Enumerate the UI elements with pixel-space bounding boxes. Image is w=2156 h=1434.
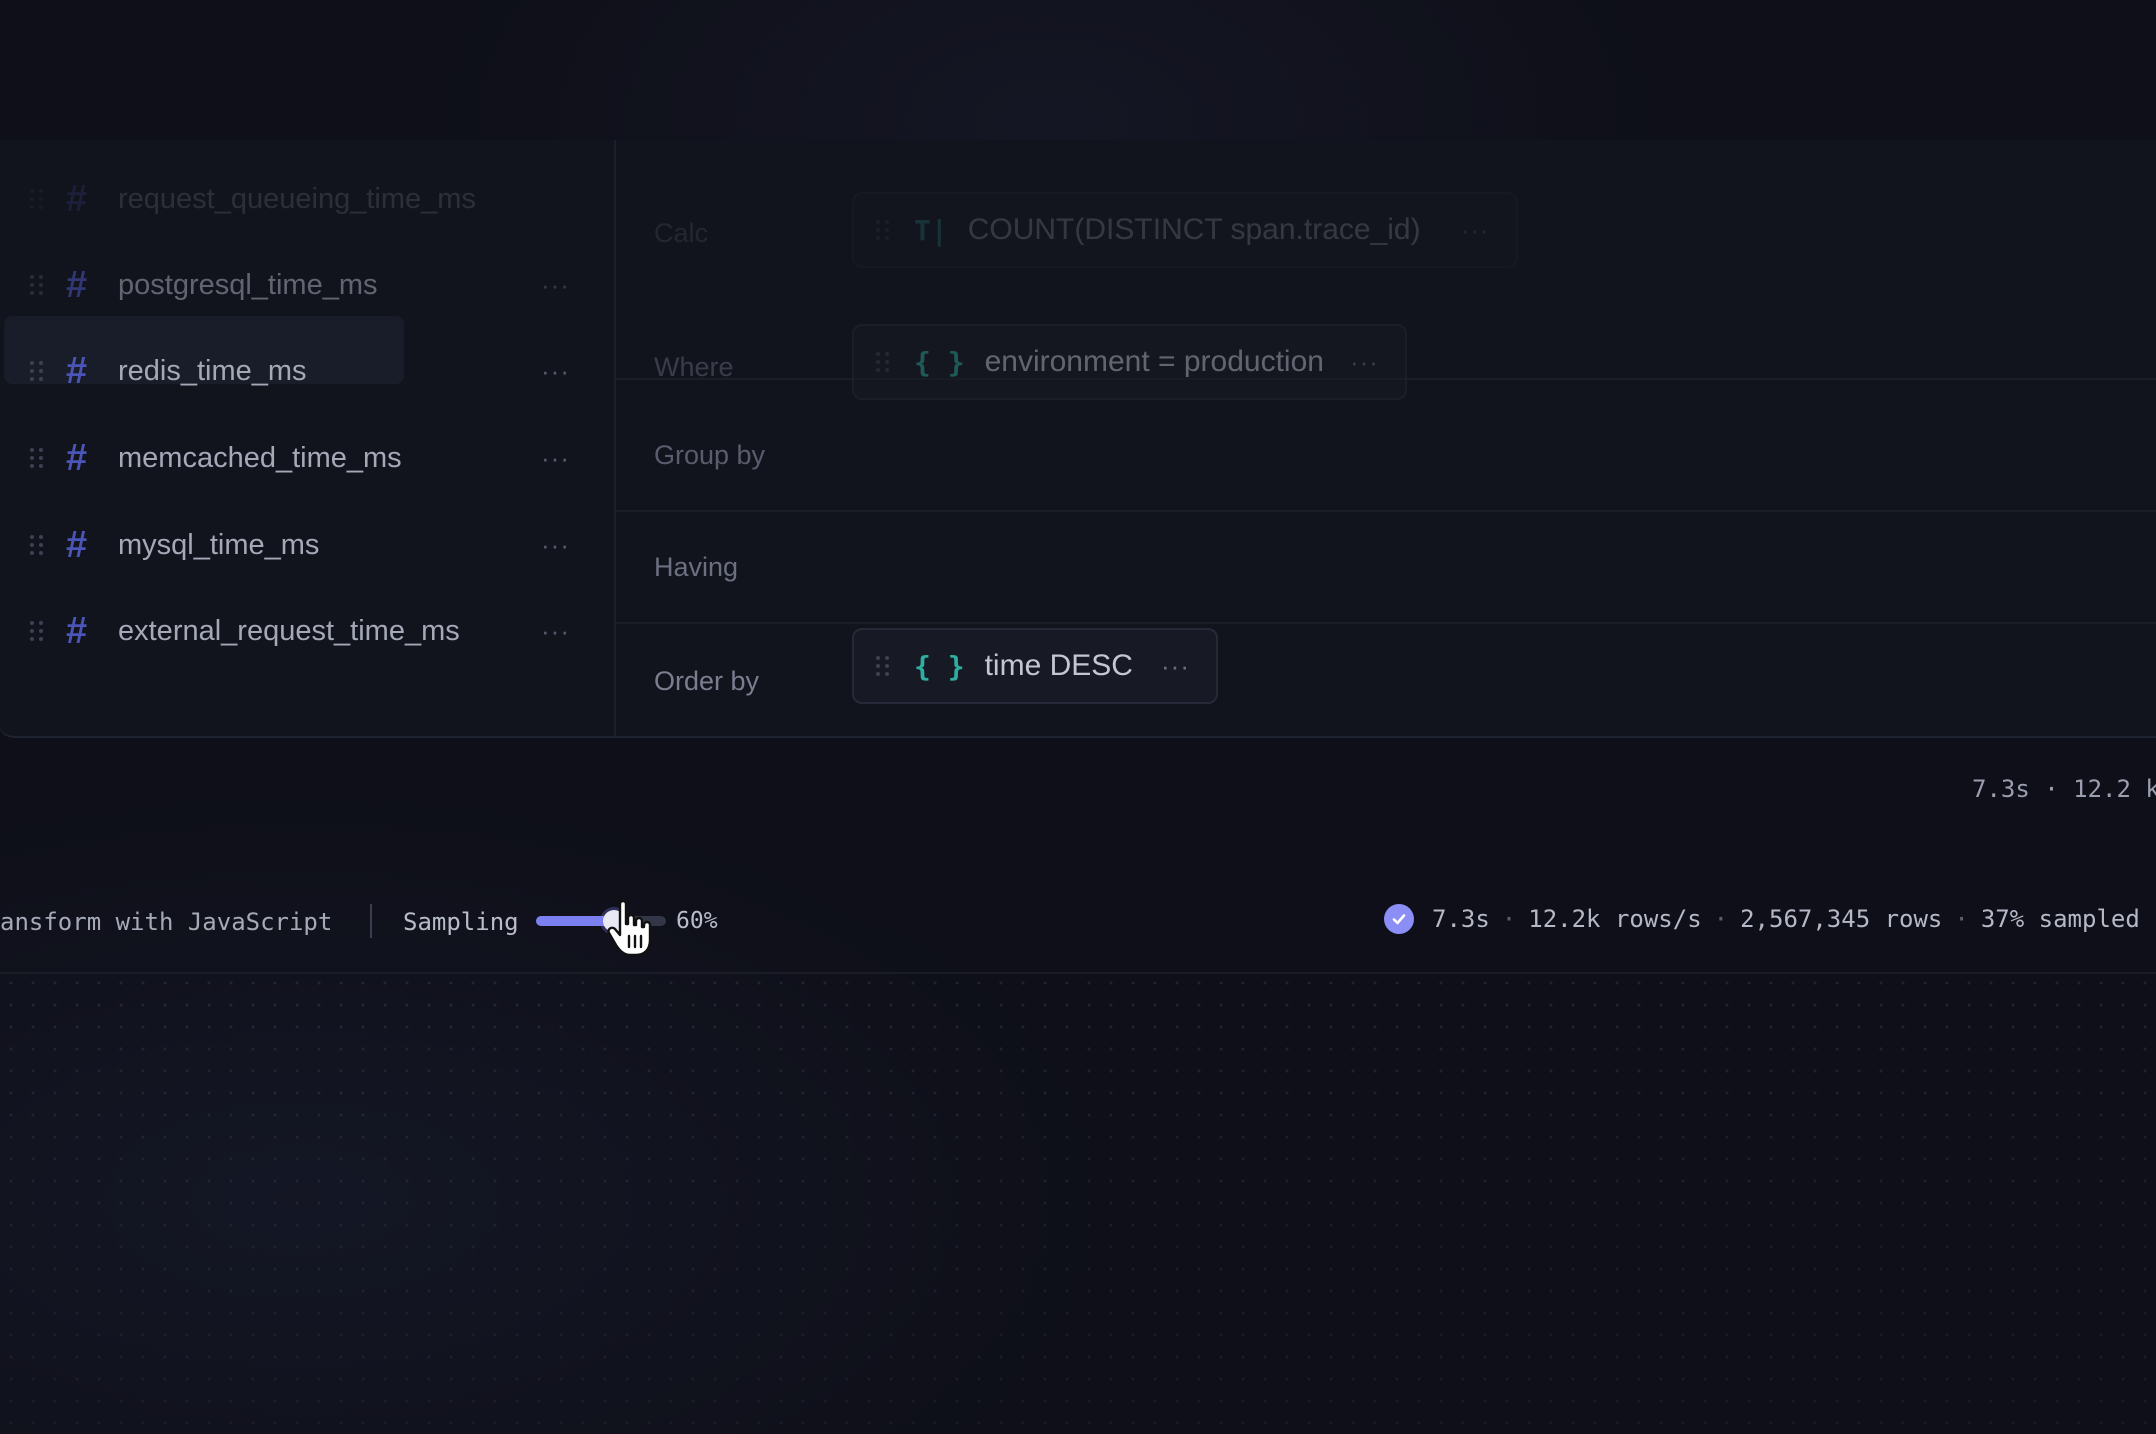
query-status: 7.3s · 12.2k rows/s · 2,567,345 rows · 3… — [1384, 904, 2140, 934]
calc-expression: COUNT(DISTINCT span.trace_id) — [967, 213, 1421, 246]
query-builder-panel: # request_queueing_time_ms # postgresql_… — [0, 140, 2156, 738]
more-options-icon[interactable]: ··· — [541, 356, 570, 387]
order-by-pill[interactable]: { } time DESC ··· — [852, 628, 1218, 704]
more-options-icon[interactable]: ··· — [1161, 651, 1190, 682]
hand-cursor-icon — [607, 899, 652, 957]
field-item[interactable]: # external_request_time_ms ··· — [0, 588, 598, 674]
drag-handle-icon[interactable] — [876, 220, 890, 240]
braces-icon: { } — [914, 649, 965, 683]
drag-handle-icon[interactable] — [30, 275, 44, 295]
query-clauses: Calc T| COUNT(DISTINCT span.trace_id) ··… — [616, 140, 2156, 736]
field-name: request_queueing_time_ms — [118, 182, 476, 215]
more-options-icon[interactable]: ··· — [1461, 215, 1490, 246]
drag-handle-icon[interactable] — [30, 535, 44, 555]
clause-label: Where — [654, 352, 734, 382]
clause-label: Having — [654, 552, 739, 582]
status-rows: 2,567,345 rows — [1740, 905, 1943, 933]
more-options-icon[interactable]: ··· — [1350, 347, 1379, 378]
check-circle-icon — [1384, 904, 1414, 934]
sampling-label: Sampling — [403, 908, 519, 936]
field-item[interactable]: # mysql_time_ms ··· — [0, 502, 598, 588]
hash-icon: # — [66, 609, 88, 652]
field-list: # request_queueing_time_ms # postgresql_… — [0, 140, 616, 736]
where-pill[interactable]: { } environment = production ··· — [852, 324, 1407, 400]
status-rate: 12.2k rows/s — [1528, 905, 1702, 933]
drag-handle-icon[interactable] — [876, 656, 890, 676]
toolbar-divider — [370, 904, 372, 938]
stats-summary-ghost: 7.3s · 12.2 k — [1972, 775, 2156, 803]
order-by-expression: time DESC — [984, 649, 1133, 682]
more-options-icon[interactable]: ··· — [541, 443, 570, 474]
hash-icon: # — [66, 349, 88, 392]
clause-label: Group by — [654, 440, 766, 470]
more-options-icon[interactable]: ··· — [541, 530, 570, 561]
status-duration: 7.3s — [1432, 905, 1490, 933]
clause-label: Order by — [654, 666, 760, 696]
clause-label: Calc — [654, 218, 709, 248]
status-sampled: 37% sampled — [1980, 905, 2140, 933]
field-name: redis_time_ms — [118, 354, 307, 387]
text-type-icon: T| — [914, 213, 948, 247]
field-name: external_request_time_ms — [118, 614, 460, 647]
hash-icon: # — [66, 263, 88, 306]
dot-grid-background — [0, 972, 2156, 1434]
drag-handle-icon[interactable] — [30, 361, 44, 381]
field-item[interactable]: # postgresql_time_ms ··· — [0, 242, 598, 328]
clause-calc: Calc T| COUNT(DISTINCT span.trace_id) ··… — [616, 140, 2156, 268]
field-name: mysql_time_ms — [118, 528, 320, 561]
query-toolbar: ansform with JavaScript Sampling 60% 7.3… — [0, 864, 2156, 974]
field-item[interactable]: # memcached_time_ms ··· — [0, 415, 598, 501]
hash-icon: # — [66, 177, 88, 220]
sampling-value: 60% — [676, 908, 718, 934]
status-text: 7.3s · 12.2k rows/s · 2,567,345 rows · 3… — [1432, 905, 2140, 933]
hash-icon: # — [66, 523, 88, 566]
drag-handle-icon[interactable] — [30, 189, 44, 209]
hash-icon: # — [66, 436, 88, 479]
clause-order-by: Order by { } time DESC ··· — [616, 624, 2156, 736]
field-item[interactable]: # request_queueing_time_ms — [0, 156, 598, 242]
braces-icon: { } — [914, 345, 965, 379]
clause-where: Where { } environment = production ··· — [616, 260, 2156, 400]
status-separator: · — [1501, 905, 1517, 933]
field-name: memcached_time_ms — [118, 441, 402, 474]
transform-javascript-button[interactable]: ansform with JavaScript — [0, 908, 332, 936]
drag-handle-icon[interactable] — [30, 621, 44, 641]
field-name: postgresql_time_ms — [118, 268, 378, 301]
calc-pill[interactable]: T| COUNT(DISTINCT span.trace_id) ··· — [852, 192, 1518, 268]
more-options-icon[interactable]: ··· — [541, 270, 570, 301]
drag-handle-icon[interactable] — [30, 448, 44, 468]
more-options-icon[interactable]: ··· — [541, 616, 570, 647]
field-item[interactable]: # redis_time_ms ··· — [0, 328, 598, 414]
status-separator: · — [1713, 905, 1729, 933]
drag-handle-icon[interactable] — [876, 352, 890, 372]
status-separator: · — [1954, 905, 1969, 933]
clause-having[interactable]: Having — [616, 512, 2156, 624]
where-expression: environment = production — [984, 345, 1324, 378]
clause-group-by[interactable]: Group by — [616, 400, 2156, 512]
